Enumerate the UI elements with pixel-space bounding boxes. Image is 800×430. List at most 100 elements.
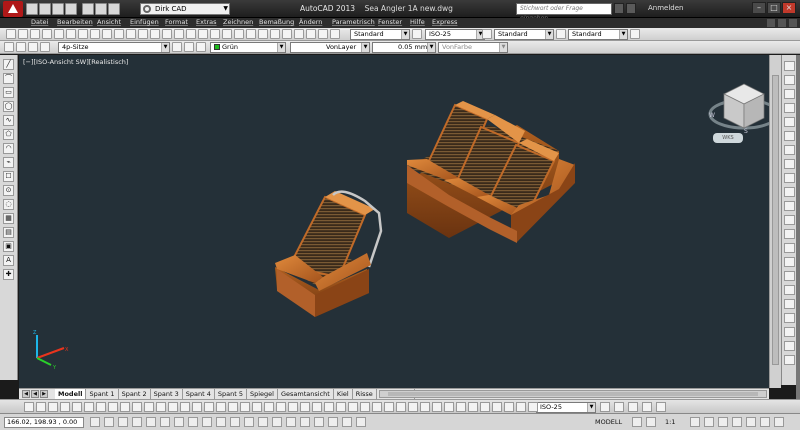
mleader-style-select[interactable]: Standard ▼ — [568, 29, 628, 40]
status-toggle-tool-icon[interactable] — [718, 417, 728, 427]
dimension-tool-icon[interactable] — [444, 402, 454, 412]
draw-tool-icon[interactable]: ⌒ — [3, 73, 14, 84]
doc-minimize-icon[interactable] — [767, 19, 775, 27]
standard-tool-icon[interactable] — [258, 29, 268, 39]
close-icon[interactable]: × — [782, 2, 796, 14]
user-icon[interactable] — [626, 3, 636, 14]
standard-tool-icon[interactable] — [162, 29, 172, 39]
binoculars-icon[interactable] — [614, 3, 624, 14]
standard-tool-icon[interactable] — [630, 29, 640, 39]
dimension-tool-icon[interactable] — [48, 402, 58, 412]
standard-tool-icon[interactable] — [482, 29, 492, 39]
standard-tool-icon[interactable] — [6, 29, 16, 39]
plotstyle-select[interactable]: VonFarbe ▼ — [438, 42, 508, 53]
text-style-select[interactable]: Standard ▼ — [350, 29, 410, 40]
status-toggle-tool-icon[interactable] — [704, 417, 714, 427]
dimension-tool-icon[interactable] — [324, 402, 334, 412]
modify-tool-icon[interactable] — [784, 271, 795, 281]
modify-tool-icon[interactable] — [784, 159, 795, 169]
draw-tool-icon[interactable]: ◌ — [3, 199, 14, 210]
status-toggle-tool-icon[interactable] — [188, 417, 198, 427]
minimize-icon[interactable]: – — [752, 2, 766, 14]
dimension-tool-icon[interactable] — [396, 402, 406, 412]
dimension-tool-icon[interactable] — [156, 402, 166, 412]
menu-item-parametrisch[interactable]: Parametrisch — [332, 18, 375, 27]
dimension-tool-icon[interactable] — [108, 402, 118, 412]
dimension-tool-icon[interactable] — [72, 402, 82, 412]
modify-tool-icon[interactable] — [784, 145, 795, 155]
bottom-dim-style-select[interactable]: ISO-25 ▼ — [536, 402, 596, 413]
modify-tool-icon[interactable] — [784, 187, 795, 197]
menu-item-bearbeiten[interactable]: Bearbeiten — [57, 18, 93, 27]
menu-item-datei[interactable]: Datei — [31, 18, 48, 27]
linetype-select[interactable]: VonLayer ▼ — [290, 42, 370, 53]
dimension-tool-icon[interactable] — [432, 402, 442, 412]
modify-tool-icon[interactable] — [784, 285, 795, 295]
tab-spant-3[interactable]: Spant 3 — [151, 389, 183, 399]
dimension-tool-icon[interactable] — [408, 402, 418, 412]
help-search-input[interactable]: Stichwort oder Frage eingeben — [516, 3, 612, 22]
status-toggle-tool-icon[interactable] — [328, 417, 338, 427]
status-toggle-tool-icon[interactable] — [632, 417, 642, 427]
status-toggle-tool-icon[interactable] — [118, 417, 128, 427]
lineweight-select[interactable]: 0.05 mm ▼ — [372, 42, 436, 53]
modify-tool-icon[interactable] — [784, 103, 795, 113]
triple-seat-model[interactable] — [407, 101, 575, 243]
standard-tool-icon[interactable] — [330, 29, 340, 39]
single-seat-model[interactable] — [275, 190, 383, 317]
draw-tool-icon[interactable]: ◠ — [3, 143, 14, 154]
modify-tool-icon[interactable] — [784, 201, 795, 211]
table-style-select[interactable]: Standard ▼ — [494, 29, 554, 40]
layer-tool-icon[interactable] — [28, 42, 38, 52]
vertical-scrollbar[interactable] — [769, 55, 781, 388]
status-toggle-tool-icon[interactable] — [272, 417, 282, 427]
tab-gesamtansicht[interactable]: Gesamtansicht — [278, 389, 334, 399]
dimension-tool-icon[interactable] — [276, 402, 286, 412]
dimension-tool-icon[interactable] — [372, 402, 382, 412]
dimension-tool-icon[interactable] — [264, 402, 274, 412]
menu-item-einfügen[interactable]: Einfügen — [130, 18, 159, 27]
model-viewport[interactable]: [−][ISO-Ansicht SW][Realistisch] X Y Z W… — [19, 55, 769, 388]
dim-style-select[interactable]: ISO-25 ▼ — [425, 29, 485, 40]
tab-risse[interactable]: Risse — [353, 389, 377, 399]
status-toggle-tool-icon[interactable] — [746, 417, 756, 427]
layer-tool-icon[interactable] — [16, 42, 26, 52]
standard-tool-icon[interactable] — [306, 29, 316, 39]
dimension-tool-icon[interactable] — [60, 402, 70, 412]
dimension-tool-icon[interactable] — [384, 402, 394, 412]
horizontal-scrollbar[interactable] — [379, 390, 767, 398]
draw-tool-icon[interactable]: ▦ — [3, 213, 14, 224]
standard-tool-icon[interactable] — [90, 29, 100, 39]
modify-tool-icon[interactable] — [784, 75, 795, 85]
standard-tool-icon[interactable] — [78, 29, 88, 39]
standard-tool-icon[interactable] — [150, 29, 160, 39]
draw-tool-icon[interactable]: ◯ — [3, 101, 14, 112]
menu-item-format[interactable]: Format — [165, 18, 188, 27]
scroll-thumb[interactable] — [388, 392, 758, 396]
dimension-tool-icon[interactable] — [360, 402, 370, 412]
menu-item-hilfe[interactable]: Hilfe — [410, 18, 425, 27]
dimension-tool-icon[interactable] — [656, 402, 666, 412]
standard-tool-icon[interactable] — [210, 29, 220, 39]
dimension-tool-icon[interactable] — [420, 402, 430, 412]
dimension-tool-icon[interactable] — [642, 402, 652, 412]
modify-tool-icon[interactable] — [784, 299, 795, 309]
standard-tool-icon[interactable] — [270, 29, 280, 39]
modify-tool-icon[interactable] — [784, 61, 795, 71]
status-toggle-tool-icon[interactable] — [160, 417, 170, 427]
modify-tool-icon[interactable] — [784, 89, 795, 99]
tab-spiegel[interactable]: Spiegel — [247, 389, 278, 399]
standard-tool-icon[interactable] — [114, 29, 124, 39]
menu-item-ansicht[interactable]: Ansicht — [97, 18, 121, 27]
dimension-tool-icon[interactable] — [204, 402, 214, 412]
redo-icon[interactable] — [108, 3, 120, 15]
dimension-tool-icon[interactable] — [180, 402, 190, 412]
status-toggle-tool-icon[interactable] — [132, 417, 142, 427]
status-toggle-tool-icon[interactable] — [300, 417, 310, 427]
model-space-toggle[interactable]: MODELL — [595, 418, 622, 426]
menu-item-extras[interactable]: Extras — [196, 18, 217, 27]
dimension-tool-icon[interactable] — [252, 402, 262, 412]
dimension-tool-icon[interactable] — [312, 402, 322, 412]
draw-tool-icon[interactable]: ⌁ — [3, 157, 14, 168]
maximize-icon[interactable]: □ — [767, 2, 781, 14]
